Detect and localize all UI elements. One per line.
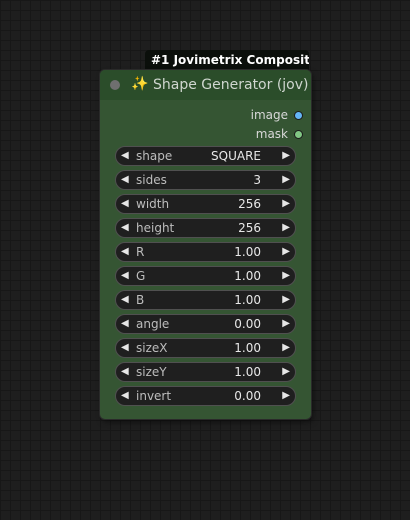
widget-label: angle — [136, 317, 170, 331]
widget-angle[interactable]: ◀ angle 0.00 ▶ — [115, 314, 296, 334]
sparkles-icon: ✨ — [131, 76, 149, 92]
widget-list: ◀ shape SQUARE ▶ ◀ sides 3 ▶ ◀ width 256… — [115, 146, 296, 410]
decrement-arrow-icon[interactable]: ◀ — [121, 389, 129, 403]
widget-label: sides — [136, 173, 167, 187]
widget-value: SQUARE — [211, 149, 261, 163]
decrement-arrow-icon[interactable]: ◀ — [121, 245, 129, 259]
increment-arrow-icon[interactable]: ▶ — [282, 269, 290, 283]
widget-height[interactable]: ◀ height 256 ▶ — [115, 218, 296, 238]
increment-arrow-icon[interactable]: ▶ — [282, 389, 290, 403]
widget-label: sizeX — [136, 341, 168, 355]
shape-generator-node[interactable]: ✨ Shape Generator (jov) image mask ◀ sha… — [100, 70, 311, 419]
increment-arrow-icon[interactable]: ▶ — [282, 365, 290, 379]
widget-sizex[interactable]: ◀ sizeX 1.00 ▶ — [115, 338, 296, 358]
collapse-toggle-icon[interactable] — [110, 80, 120, 90]
node-title: Shape Generator (jov) — [153, 77, 309, 93]
group-badge[interactable]: #1 Jovimetrix Composition .. — [145, 50, 309, 70]
node-header[interactable]: ✨ Shape Generator (jov) — [100, 70, 311, 100]
widget-label: sizeY — [136, 365, 167, 379]
widget-value: 0.00 — [234, 317, 261, 331]
decrement-arrow-icon[interactable]: ◀ — [121, 197, 129, 211]
widget-sizey[interactable]: ◀ sizeY 1.00 ▶ — [115, 362, 296, 382]
increment-arrow-icon[interactable]: ▶ — [282, 149, 290, 163]
widget-sides[interactable]: ◀ sides 3 ▶ — [115, 170, 296, 190]
widget-label: shape — [136, 149, 173, 163]
widget-value: 0.00 — [234, 389, 261, 403]
decrement-arrow-icon[interactable]: ◀ — [121, 269, 129, 283]
widget-label: G — [136, 269, 146, 283]
increment-arrow-icon[interactable]: ▶ — [282, 173, 290, 187]
increment-arrow-icon[interactable]: ▶ — [282, 197, 290, 211]
widget-b[interactable]: ◀ B 1.00 ▶ — [115, 290, 296, 310]
widget-value: 1.00 — [234, 293, 261, 307]
decrement-arrow-icon[interactable]: ◀ — [121, 293, 129, 307]
decrement-arrow-icon[interactable]: ◀ — [121, 341, 129, 355]
output-mask-label: mask — [255, 127, 288, 141]
widget-label: R — [136, 245, 145, 259]
increment-arrow-icon[interactable]: ▶ — [282, 293, 290, 307]
output-image-label: image — [250, 108, 288, 122]
widget-label: B — [136, 293, 145, 307]
output-mask[interactable]: mask — [256, 126, 303, 142]
decrement-arrow-icon[interactable]: ◀ — [121, 365, 129, 379]
widget-r[interactable]: ◀ R 1.00 ▶ — [115, 242, 296, 262]
output-image[interactable]: image — [251, 107, 303, 123]
increment-arrow-icon[interactable]: ▶ — [282, 245, 290, 259]
widget-value: 256 — [238, 197, 261, 211]
increment-arrow-icon[interactable]: ▶ — [282, 341, 290, 355]
increment-arrow-icon[interactable]: ▶ — [282, 221, 290, 235]
decrement-arrow-icon[interactable]: ◀ — [121, 149, 129, 163]
widget-value: 256 — [238, 221, 261, 235]
widget-g[interactable]: ◀ G 1.00 ▶ — [115, 266, 296, 286]
decrement-arrow-icon[interactable]: ◀ — [121, 221, 129, 235]
widget-label: width — [136, 197, 170, 211]
output-mask-slot-icon[interactable] — [294, 129, 303, 139]
output-image-slot-icon[interactable] — [294, 110, 303, 120]
widget-label: invert — [136, 389, 172, 403]
widget-value: 3 — [253, 173, 261, 187]
widget-width[interactable]: ◀ width 256 ▶ — [115, 194, 296, 214]
widget-value: 1.00 — [234, 269, 261, 283]
widget-value: 1.00 — [234, 341, 261, 355]
increment-arrow-icon[interactable]: ▶ — [282, 317, 290, 331]
widget-value: 1.00 — [234, 245, 261, 259]
widget-invert[interactable]: ◀ invert 0.00 ▶ — [115, 386, 296, 406]
decrement-arrow-icon[interactable]: ◀ — [121, 173, 129, 187]
decrement-arrow-icon[interactable]: ◀ — [121, 317, 129, 331]
widget-shape[interactable]: ◀ shape SQUARE ▶ — [115, 146, 296, 166]
widget-label: height — [136, 221, 175, 235]
widget-value: 1.00 — [234, 365, 261, 379]
